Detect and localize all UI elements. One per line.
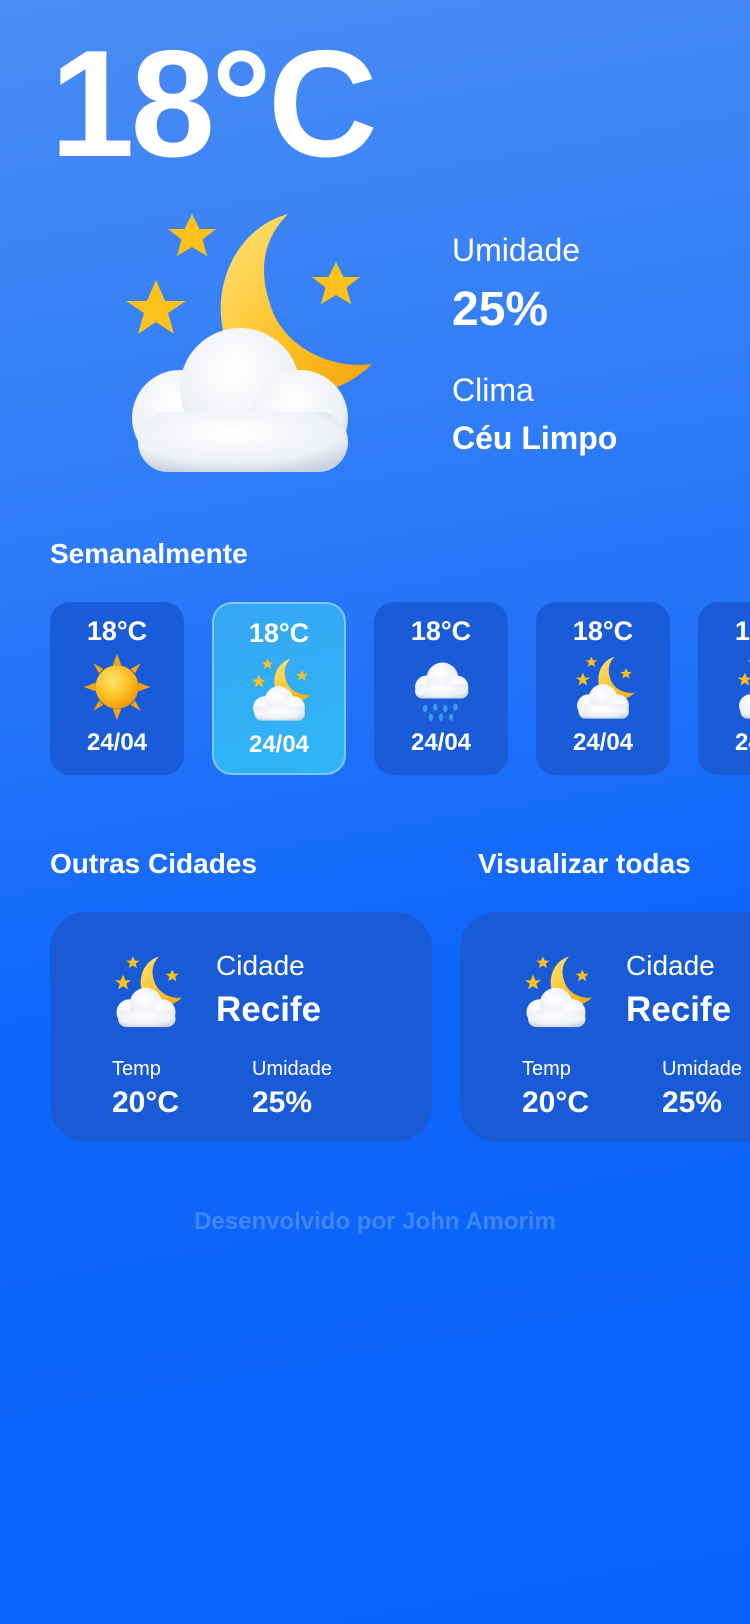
humidity-label: Umidade	[662, 1058, 743, 1080]
weather-value: Céu Limpo	[452, 420, 618, 456]
day-temperature: 18°C	[572, 616, 634, 646]
day-date: 24/04	[572, 729, 634, 756]
city-name: Recife	[216, 990, 322, 1029]
day-card[interactable]: 18°C 24/04	[698, 602, 750, 775]
weather-label: Clima	[452, 372, 534, 408]
city-label: Cidade	[626, 950, 715, 981]
day-temperature: 18°C	[248, 618, 310, 648]
footer-credit: Desenvolvido por John Amorim	[194, 1208, 556, 1235]
day-date: 24/04	[86, 729, 148, 756]
moon-cloud-stars-icon	[726, 651, 750, 723]
humidity-label: Umidade	[252, 1058, 333, 1080]
city-label: Cidade	[216, 950, 305, 981]
current-temperature: 18°C	[50, 19, 378, 189]
day-date: 24/04	[734, 729, 750, 756]
rain-cloud-icon	[402, 651, 480, 723]
day-temperature: 18°C	[410, 616, 472, 646]
humidity-value: 25%	[662, 1086, 723, 1119]
day-temperature: 18°C	[734, 616, 750, 646]
sun-icon	[78, 651, 156, 723]
day-date: 24/04	[248, 731, 310, 758]
temp-value: 20°C	[112, 1086, 180, 1119]
humidity-value: 25%	[452, 283, 549, 336]
day-card[interactable]: 18°C 24/04	[50, 602, 184, 775]
view-all-link[interactable]: Visualizar todas	[478, 848, 691, 880]
day-card-active[interactable]: 18°C 24/04	[212, 602, 346, 775]
day-card[interactable]: 18°C 24/04	[536, 602, 670, 775]
day-temperature: 18°C	[86, 616, 148, 646]
moon-cloud-stars-icon	[102, 950, 190, 1032]
day-date: 24/04	[410, 729, 472, 756]
other-cities-title: Outras Cidades	[50, 848, 257, 879]
city-card[interactable]: Cidade Recife Temp 20°C Umidade 25%	[50, 912, 432, 1142]
temp-label: Temp	[112, 1058, 161, 1080]
day-card[interactable]: 18°C 24/04	[374, 602, 508, 775]
moon-cloud-stars-icon	[512, 950, 600, 1032]
moon-cloud-stars-icon	[240, 653, 318, 725]
humidity-label: Umidade	[452, 232, 581, 268]
moon-cloud-stars-icon	[564, 651, 642, 723]
moon-cloud-stars-icon	[85, 190, 395, 490]
temp-value: 20°C	[522, 1086, 590, 1119]
city-card[interactable]: Cidade Recife Temp 20°C Umidade 25%	[460, 912, 750, 1142]
weekly-title: Semanalmente	[50, 538, 248, 569]
humidity-value: 25%	[252, 1086, 313, 1119]
temp-label: Temp	[522, 1058, 571, 1080]
city-name: Recife	[626, 990, 732, 1029]
